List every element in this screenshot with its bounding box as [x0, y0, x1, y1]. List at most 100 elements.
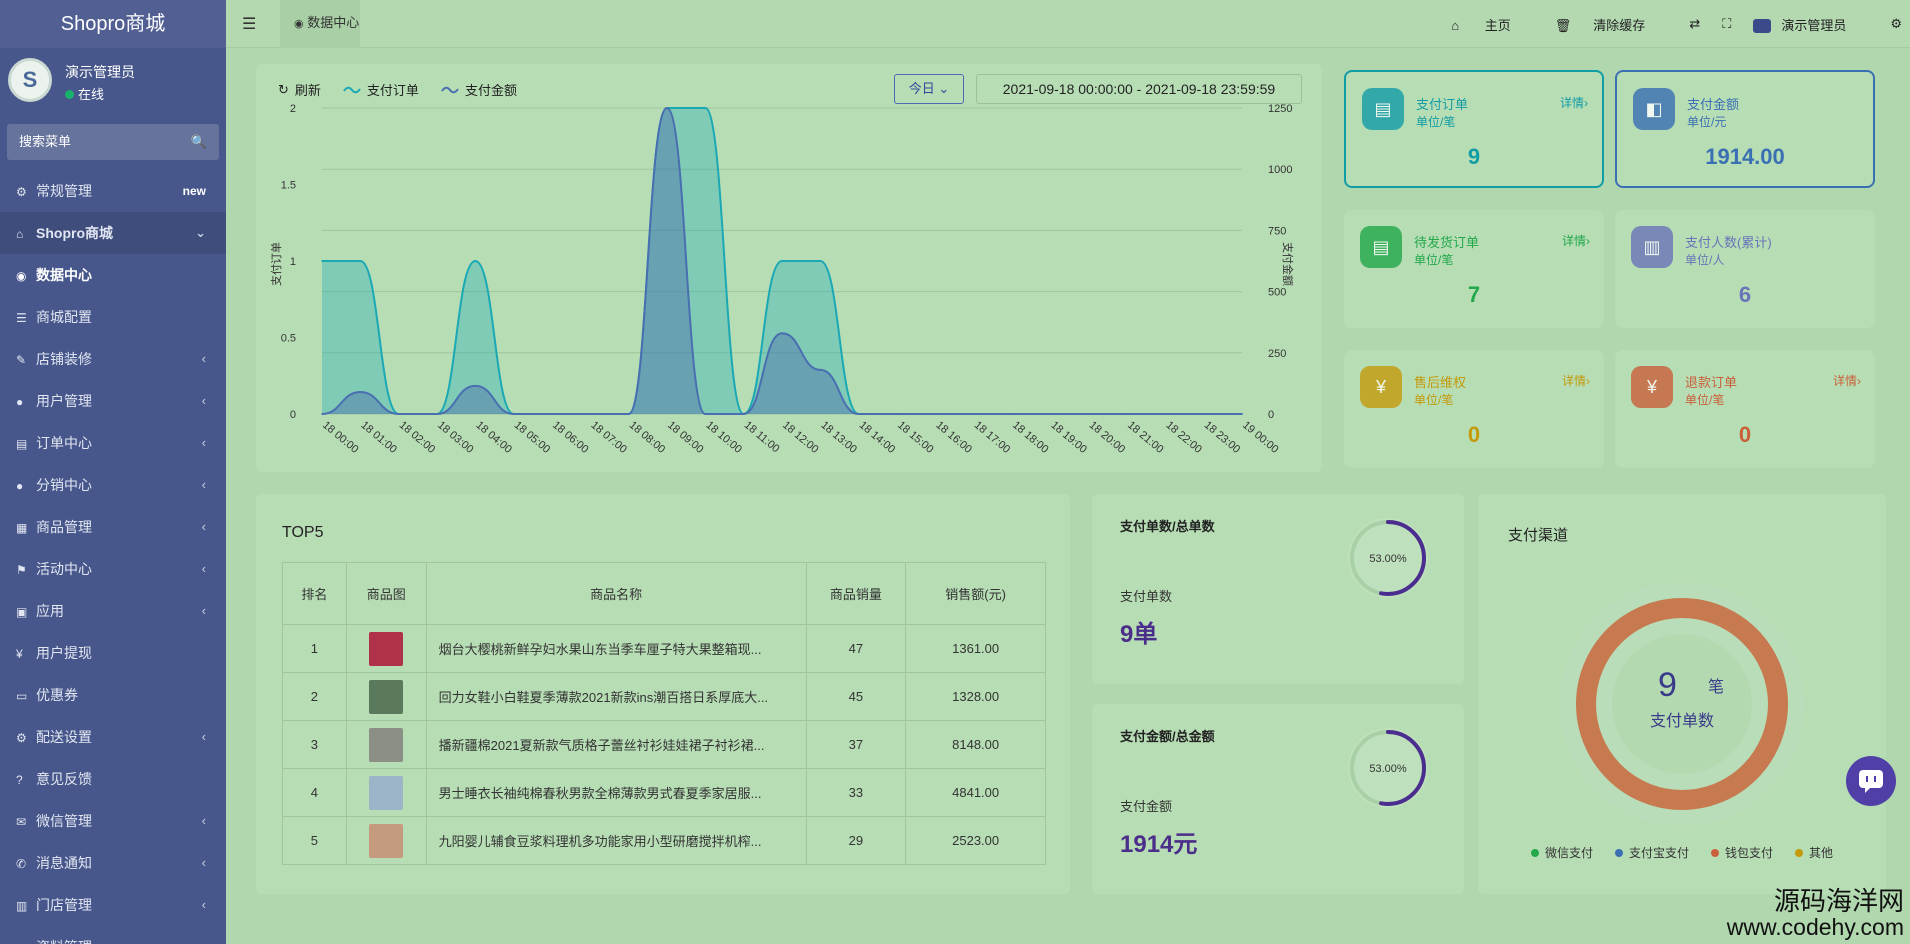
- tab-data-center[interactable]: ◉ 数据中心: [280, 0, 360, 48]
- y-left-tick: 0.5: [281, 333, 296, 345]
- sidebar-item-18[interactable]: ▤资料管理 ‹: [0, 926, 226, 944]
- channel-legend-label: 微信支付: [1544, 846, 1593, 860]
- table-row[interactable]: 3 播新疆棉2021夏新款气质格子蕾丝衬衫娃娃裙子衬衫裙... 37 8148.00: [282, 720, 1046, 769]
- sidebar-item-15[interactable]: ✉ 微信管理 ‹: [0, 800, 226, 842]
- sidebar-item-label: 用户管理: [36, 393, 92, 409]
- x-tick: 18 04:00: [473, 419, 514, 456]
- user-icon: ●: [16, 395, 24, 409]
- stat-card-0[interactable]: ▤ 支付订单 单位/笔 详情› 9: [1344, 70, 1604, 188]
- sidebar-item-14[interactable]: ? 意见反馈: [0, 758, 226, 800]
- sidebar-item-16[interactable]: ✆ 消息通知 ‹: [0, 842, 226, 884]
- x-tick: 18 12:00: [780, 419, 821, 456]
- stat-value: 7: [1467, 282, 1481, 307]
- stat-card-1[interactable]: ◧ 支付金额 单位/元 1914.00: [1615, 70, 1875, 188]
- sidebar-item-0[interactable]: ⚙ 常规管理 new: [0, 170, 226, 212]
- sidebar-item-7[interactable]: ● 分销中心 ‹: [0, 464, 226, 506]
- product-thumbnail[interactable]: [369, 631, 404, 666]
- sidebar-item-1[interactable]: ⌂ Shopro商城 ⌄: [0, 212, 226, 254]
- sidebar-item-10[interactable]: ▣ 应用 ‹: [0, 590, 226, 632]
- sidebar-item-12[interactable]: ▭ 优惠券: [0, 674, 226, 716]
- stat-card-2[interactable]: ▤ 待发货订单 单位/笔 详情› 7: [1344, 210, 1604, 328]
- data-point-1-5: [512, 413, 515, 415]
- stat-card-5[interactable]: ¥ 退款订单 单位/笔 详情› 0: [1615, 350, 1875, 468]
- stat-detail-link[interactable]: 详情›: [1833, 372, 1861, 389]
- sidebar-item-4[interactable]: ✎ 店铺装修 ‹: [0, 338, 226, 380]
- cogs-icon: ⚙: [16, 185, 27, 199]
- channel-legend-item[interactable]: 微信支付: [1530, 844, 1593, 861]
- fullscreen-icon[interactable]: ⛶: [1722, 16, 1731, 32]
- sidebar-item-label: Shopro商城: [36, 225, 113, 241]
- x-tick: 18 09:00: [665, 419, 706, 456]
- user-status: 在线: [65, 84, 104, 103]
- stat-value: 1914.00: [1705, 144, 1785, 169]
- menu-toggle-icon[interactable]: ☰: [242, 14, 256, 34]
- channel-center-label: 支付单数: [1650, 712, 1714, 730]
- payment-channel-panel: 支付渠道 9 笔 支付单数 微信支付 支付宝支付 钱包支付 其他: [1478, 494, 1886, 894]
- channel-legend-item[interactable]: 钱包支付: [1711, 844, 1773, 861]
- data-point-1-16: [934, 413, 937, 415]
- data-point-1-8: [627, 413, 630, 415]
- sidebar-item-11[interactable]: ¥ 用户提现: [0, 632, 226, 674]
- translate-icon[interactable]: ⇄: [1689, 16, 1700, 32]
- table-row[interactable]: 4 男士睡衣长袖纯棉春秋男款全棉薄款男式春夏季家居服... 33 4841.00: [282, 768, 1046, 817]
- stat-detail-link[interactable]: 详情›: [1562, 232, 1590, 249]
- x-tick: 18 07:00: [588, 419, 629, 456]
- stat-title: 支付人数(累计): [1685, 235, 1772, 250]
- stat-detail-link[interactable]: 详情›: [1562, 372, 1590, 389]
- sidebar-item-17[interactable]: ▥ 门店管理 ‹: [0, 884, 226, 926]
- ratio-ring: 53.00%: [1348, 518, 1428, 598]
- ratio-value: 9单: [1120, 621, 1158, 648]
- admin-avatar: [1753, 19, 1772, 34]
- stat-card-3[interactable]: ▥ 支付人数(累计) 单位/人 6: [1615, 210, 1875, 328]
- sidebar-item-9[interactable]: ⚑ 活动中心 ‹: [0, 548, 226, 590]
- amount-cell: 1328.00: [905, 672, 1046, 721]
- sidebar-item-8[interactable]: ▦ 商品管理 ‹: [0, 506, 226, 548]
- sidebar-item-label: 分销中心: [36, 477, 92, 493]
- product-thumbnail[interactable]: [369, 679, 404, 714]
- column-header: 商品图: [345, 562, 427, 625]
- sidebar-item-2[interactable]: ◉ 数据中心: [0, 254, 226, 296]
- channel-center-value: 9: [1658, 666, 1677, 704]
- data-point-1-17: [972, 413, 975, 415]
- chat-support-button[interactable]: [1846, 756, 1896, 806]
- sales-cell: 45: [805, 672, 907, 721]
- ring-percent: 53.00%: [1369, 763, 1407, 775]
- file-icon: ▤: [16, 437, 28, 451]
- sidebar-item-3[interactable]: ☰ 商城配置: [0, 296, 226, 338]
- data-point-1-11: [742, 413, 745, 415]
- stat-unit: 单位/元: [1687, 115, 1727, 129]
- amount-cell: 1361.00: [905, 624, 1046, 673]
- home-link[interactable]: ⌂ 主页: [1451, 15, 1533, 34]
- x-tick: 18 13:00: [818, 419, 859, 456]
- channel-donut: 9 笔 支付单数: [1560, 582, 1804, 826]
- sidebar-item-5[interactable]: ● 用户管理 ‹: [0, 380, 226, 422]
- table-row[interactable]: 1 烟台大樱桃新鲜孕妇水果山东当季车厘子特大果整箱现... 47 1361.00: [282, 624, 1046, 673]
- sidebar-item-label: 数据中心: [36, 267, 92, 283]
- sidebar-item-13[interactable]: ⚙ 配送设置 ‹: [0, 716, 226, 758]
- channel-legend-item[interactable]: 其他: [1795, 844, 1833, 861]
- admin-menu[interactable]: 演示管理员: [1753, 15, 1868, 34]
- wechat-icon: ✉: [16, 815, 27, 829]
- product-thumbnail[interactable]: [369, 775, 404, 810]
- search-icon[interactable]: 🔍: [191, 124, 207, 160]
- chevron-left-icon: ‹: [201, 813, 206, 828]
- brand-title[interactable]: Shopro商城: [0, 0, 226, 48]
- search-input[interactable]: 搜索菜单 🔍: [7, 124, 219, 160]
- channel-legend-item[interactable]: 支付宝支付: [1614, 844, 1689, 861]
- table-row[interactable]: 2 回力女鞋小白鞋夏季薄款2021新款ins潮百搭日系厚底大... 45 1328.0…: [282, 672, 1046, 721]
- stat-detail-link[interactable]: 详情›: [1560, 94, 1588, 111]
- sidebar-item-6[interactable]: ▤ 订单中心 ‹: [0, 422, 226, 464]
- product-thumbnail[interactable]: [369, 727, 404, 762]
- table-row[interactable]: 5 九阳婴儿辅食豆浆料理机多功能家用小型研磨搅拌机榨... 29 2523.00: [282, 816, 1046, 865]
- settings-gear-icon[interactable]: ⚙: [1890, 16, 1902, 32]
- data-point-0-10: [704, 107, 707, 109]
- topbar-actions: ⌂ 主页 🗑 清除缓存 ⇄ ⛶ 演示管理员 ⚙: [1451, 0, 1910, 48]
- clear-cache-button[interactable]: 🗑 清除缓存: [1555, 15, 1668, 34]
- user-status-text: 在线: [78, 87, 105, 102]
- product-thumbnail[interactable]: [369, 823, 404, 858]
- dashboard-icon: ◉: [294, 18, 304, 30]
- ratio-title: 支付单数/总单数: [1120, 519, 1215, 534]
- column-header: 商品销量: [805, 562, 907, 625]
- stat-card-4[interactable]: ¥ 售后维权 单位/笔 详情› 0: [1344, 350, 1604, 468]
- chevron-down-icon: ⌄: [195, 225, 206, 240]
